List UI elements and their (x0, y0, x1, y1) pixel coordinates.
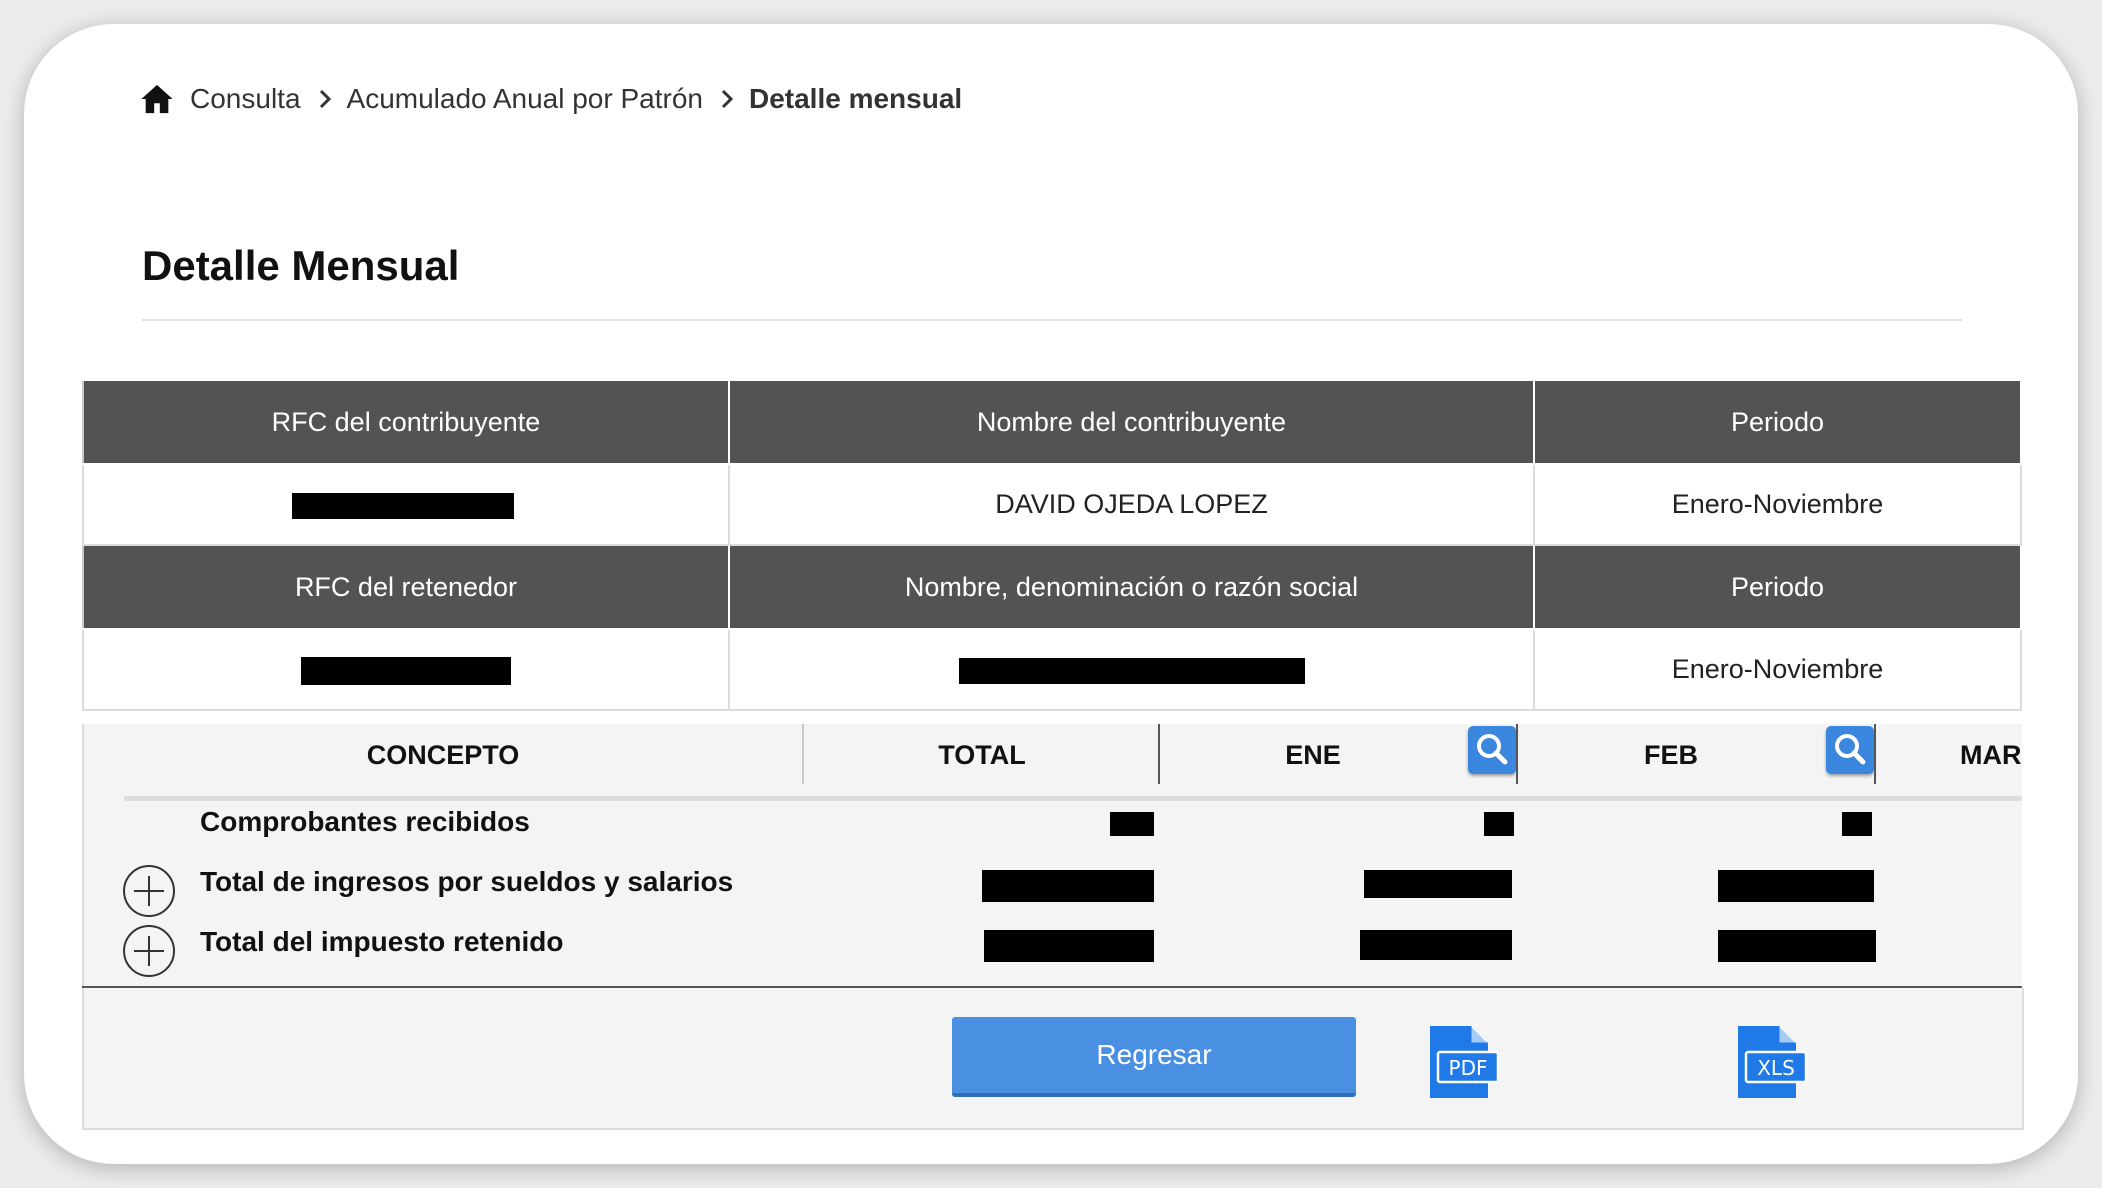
col-ene: ENE (1285, 739, 1341, 770)
col-total: TOTAL (938, 739, 1026, 770)
back-button[interactable]: Regresar (952, 1017, 1356, 1097)
row-label-comprobantes: Comprobantes recibidos (200, 806, 530, 837)
redacted-block (1360, 930, 1512, 960)
col-feb: FEB (1644, 739, 1698, 770)
redacted-block (292, 492, 514, 519)
col-concepto: CONCEPTO (366, 739, 520, 770)
redacted-block (1842, 812, 1872, 836)
column-divider (1874, 724, 1876, 784)
col-mar: MAR (1960, 739, 2022, 770)
redacted-block (958, 657, 1305, 684)
plus-circle-icon[interactable] (122, 924, 176, 978)
taxpayer-info-table: RFC del contribuyente Nombre del contrib… (82, 379, 2022, 711)
rfc-retenedor-cell (82, 628, 730, 711)
breadcrumb-current: Detalle mensual (748, 83, 963, 114)
footer-actions: Regresar PDF XLS (82, 988, 2024, 1130)
search-feb-button[interactable] (1826, 726, 1874, 774)
plus-circle-icon[interactable] (122, 864, 176, 918)
redacted-block (1718, 930, 1876, 962)
header-periodo-2: Periodo (1533, 544, 2022, 630)
breadcrumb-item-consulta[interactable]: Consulta (190, 83, 301, 115)
home-icon[interactable] (140, 82, 174, 116)
main-card: Consulta Acumulado Anual por Patrón Deta… (24, 24, 2078, 1164)
redacted-block (1364, 870, 1512, 898)
razon-social-cell (728, 628, 1535, 711)
nombre-contribuyente-cell: DAVID OJEDA LOPEZ (728, 463, 1535, 546)
row-label-impuesto: Total del impuesto retenido (200, 926, 564, 957)
row-label-ingresos: Total de ingresos por sueldos y salarios (200, 866, 734, 897)
concept-table: CONCEPTO TOTAL ENE FEB MAR Comprobantes … (82, 724, 2022, 986)
redacted-block (1718, 870, 1874, 902)
breadcrumb-item-acumulado[interactable]: Acumulado Anual por Patrón (347, 83, 703, 115)
header-razon-social: Nombre, denominación o razón social (728, 544, 1535, 630)
chevron-right-icon (721, 89, 734, 109)
xls-label: XLS (1757, 1056, 1795, 1080)
header-rfc-contribuyente: RFC del contribuyente (82, 379, 730, 465)
redacted-block (1110, 812, 1154, 836)
search-icon (1477, 734, 1508, 765)
header-periodo: Periodo (1533, 379, 2022, 465)
periodo-cell-2: Enero-Noviembre (1533, 628, 2022, 711)
redacted-block (982, 870, 1154, 902)
breadcrumb: Consulta Acumulado Anual por Patrón Deta… (140, 82, 962, 116)
header-divider (124, 796, 2022, 801)
header-nombre-contribuyente: Nombre del contribuyente (728, 379, 1535, 465)
periodo-cell: Enero-Noviembre (1533, 463, 2022, 546)
pdf-label: PDF (1449, 1056, 1488, 1080)
search-icon (1835, 734, 1866, 765)
redacted-block (984, 930, 1154, 962)
title-divider (142, 319, 1962, 321)
page-title: Detalle Mensual (142, 242, 460, 289)
xls-file-icon[interactable]: XLS (1728, 1024, 1808, 1104)
pdf-file-icon[interactable]: PDF (1420, 1024, 1500, 1104)
redacted-block (301, 656, 511, 685)
chevron-right-icon (319, 89, 331, 109)
rfc-contribuyente-cell (82, 463, 730, 546)
search-ene-button[interactable] (1468, 726, 1516, 774)
header-rfc-retenedor: RFC del retenedor (82, 544, 730, 630)
redacted-block (1484, 812, 1514, 836)
